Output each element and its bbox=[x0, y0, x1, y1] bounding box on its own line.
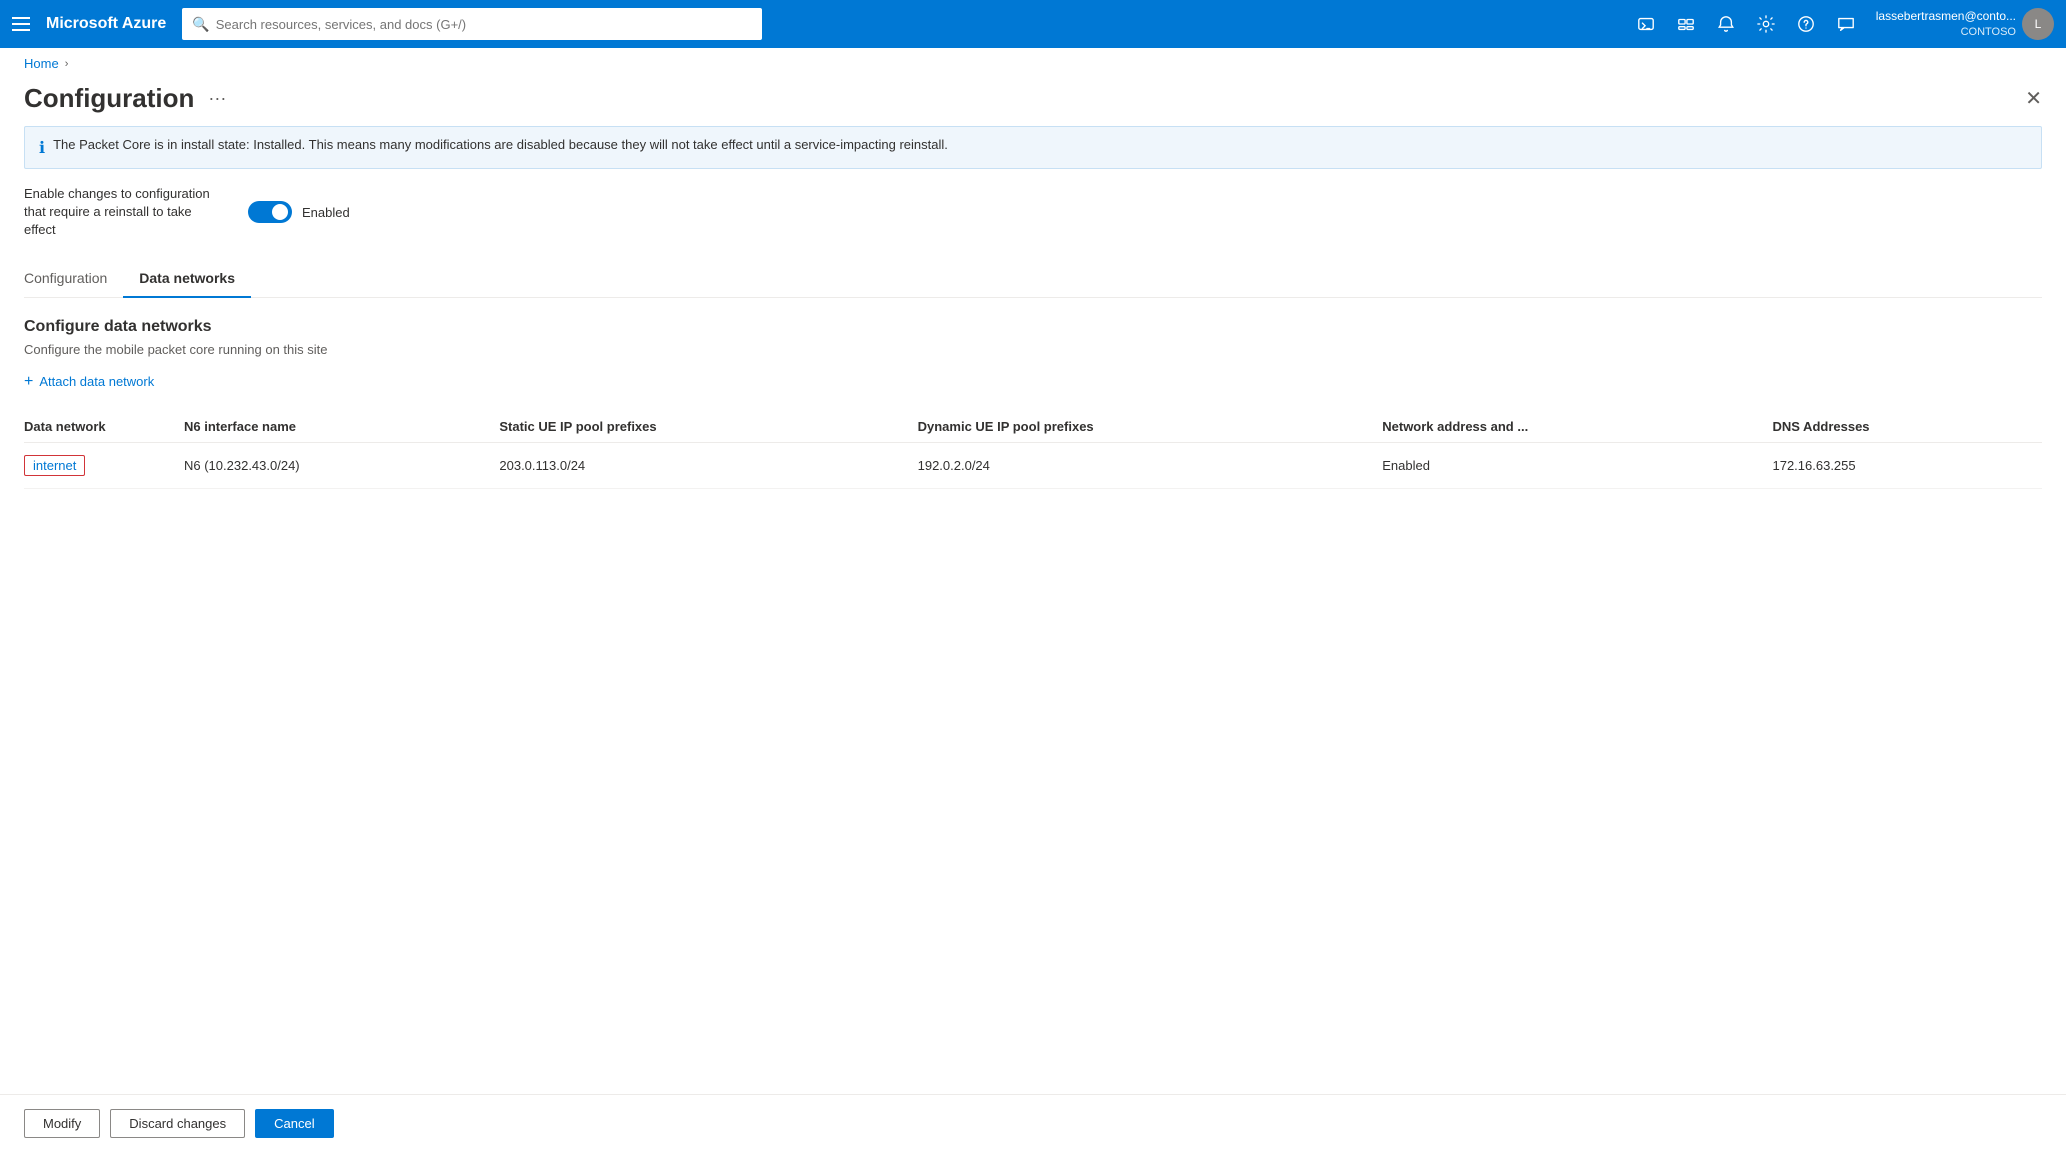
col-data-network: Data network bbox=[24, 411, 184, 443]
tab-configuration[interactable]: Configuration bbox=[24, 260, 123, 298]
close-button[interactable]: ✕ bbox=[2025, 86, 2042, 111]
search-icon: 🔍 bbox=[192, 16, 209, 33]
col-network-address: Network address and ... bbox=[1382, 411, 1772, 443]
search-input[interactable] bbox=[216, 17, 753, 32]
col-dynamic-ue: Dynamic UE IP pool prefixes bbox=[918, 411, 1383, 443]
breadcrumb-home[interactable]: Home bbox=[24, 56, 59, 71]
info-icon: ℹ bbox=[39, 138, 45, 158]
page-title: Configuration bbox=[24, 83, 194, 114]
ellipsis-button[interactable]: ··· bbox=[204, 84, 230, 113]
toggle-label: Enable changes to configuration that req… bbox=[24, 185, 224, 240]
cloud-shell-icon[interactable] bbox=[1628, 6, 1664, 42]
top-nav: Microsoft Azure 🔍 lassebertrasmen@conto.… bbox=[0, 0, 2066, 48]
modify-button[interactable]: Modify bbox=[24, 1109, 100, 1138]
col-n6-interface: N6 interface name bbox=[184, 411, 499, 443]
cell-data-network: internet bbox=[24, 442, 184, 488]
settings-icon[interactable] bbox=[1748, 6, 1784, 42]
directory-icon[interactable] bbox=[1668, 6, 1704, 42]
footer: Modify Discard changes Cancel bbox=[0, 1094, 2066, 1152]
user-org: CONTOSO bbox=[1876, 25, 2016, 39]
cell-static-ue: 203.0.113.0/24 bbox=[499, 442, 917, 488]
col-static-ue: Static UE IP pool prefixes bbox=[499, 411, 917, 443]
table-header-row: Data network N6 interface name Static UE… bbox=[24, 411, 2042, 443]
info-banner: ℹ The Packet Core is in install state: I… bbox=[24, 126, 2042, 169]
nav-icons bbox=[1628, 6, 1864, 42]
page-header: Configuration ··· ✕ bbox=[0, 79, 2066, 126]
attach-label: Attach data network bbox=[39, 374, 154, 389]
toggle-status: Enabled bbox=[302, 205, 350, 220]
table-row: internet N6 (10.232.43.0/24) 203.0.113.0… bbox=[24, 442, 2042, 488]
data-networks-table: Data network N6 interface name Static UE… bbox=[24, 411, 2042, 489]
cancel-button[interactable]: Cancel bbox=[255, 1109, 333, 1138]
col-dns: DNS Addresses bbox=[1772, 411, 2042, 443]
section-title: Configure data networks bbox=[24, 318, 2042, 336]
breadcrumb: Home › bbox=[0, 48, 2066, 79]
user-info[interactable]: lassebertrasmen@conto... CONTOSO L bbox=[1876, 8, 2054, 40]
azure-logo: Microsoft Azure bbox=[46, 15, 166, 33]
tab-data-networks[interactable]: Data networks bbox=[123, 260, 251, 298]
hamburger-menu[interactable] bbox=[12, 17, 30, 31]
cell-dns: 172.16.63.255 bbox=[1772, 442, 2042, 488]
toggle-row: Enable changes to configuration that req… bbox=[24, 185, 2042, 240]
section-description: Configure the mobile packet core running… bbox=[24, 342, 2042, 357]
user-name: lassebertrasmen@conto... bbox=[1876, 9, 2016, 25]
avatar: L bbox=[2022, 8, 2054, 40]
cell-network-address: Enabled bbox=[1382, 442, 1772, 488]
discard-changes-button[interactable]: Discard changes bbox=[110, 1109, 245, 1138]
tabs: Configuration Data networks bbox=[24, 260, 2042, 298]
network-link[interactable]: internet bbox=[24, 455, 85, 476]
cell-dynamic-ue: 192.0.2.0/24 bbox=[918, 442, 1383, 488]
cell-n6-interface: N6 (10.232.43.0/24) bbox=[184, 442, 499, 488]
banner-text: The Packet Core is in install state: Ins… bbox=[53, 137, 948, 152]
breadcrumb-chevron: › bbox=[65, 58, 69, 70]
attach-plus-icon: + bbox=[24, 373, 33, 391]
feedback-icon[interactable] bbox=[1828, 6, 1864, 42]
attach-data-network-button[interactable]: + Attach data network bbox=[24, 373, 154, 391]
enable-toggle[interactable] bbox=[248, 201, 292, 223]
search-bar-container: 🔍 bbox=[182, 8, 762, 40]
bell-icon[interactable] bbox=[1708, 6, 1744, 42]
main-content: ℹ The Packet Core is in install state: I… bbox=[0, 126, 2066, 1094]
help-icon[interactable] bbox=[1788, 6, 1824, 42]
